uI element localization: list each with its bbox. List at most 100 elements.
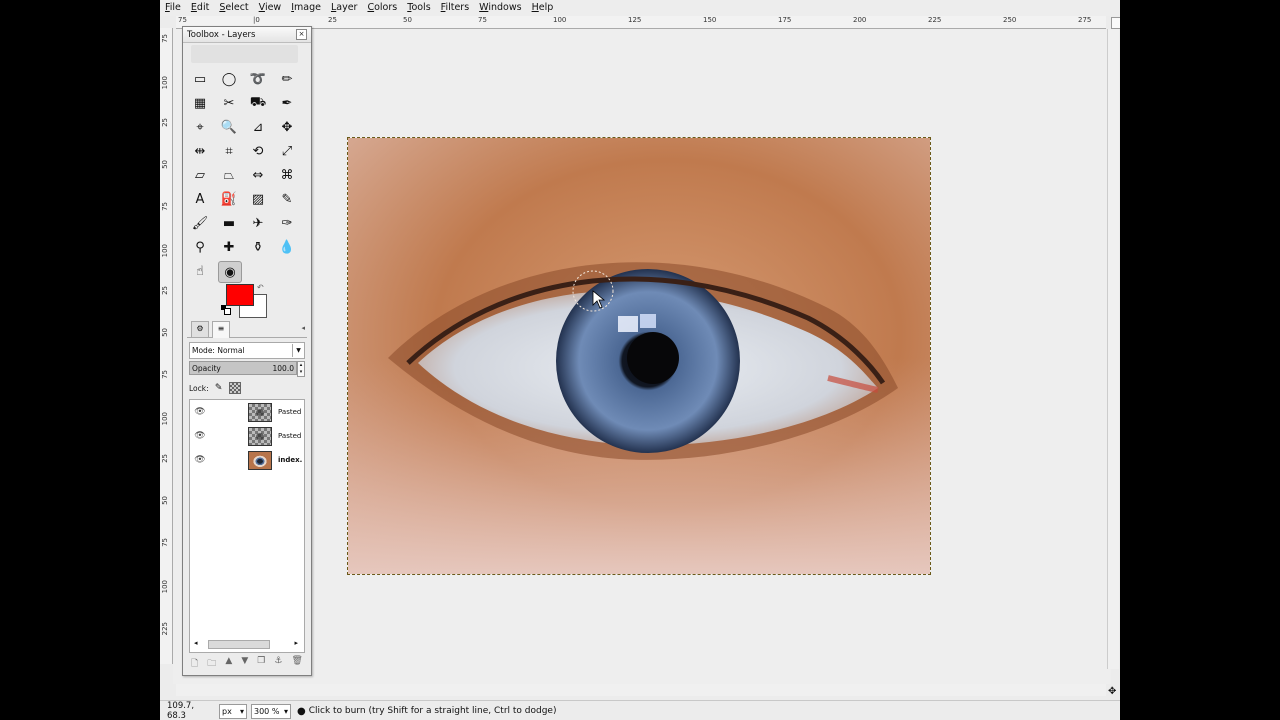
ruler-tick-label: 75 [161,34,169,43]
lock-pixels-icon[interactable]: ✎ [214,383,224,393]
layers-hscrollbar[interactable]: ◂ ▸ [194,639,298,649]
blur-sharpen-icon[interactable]: 💧 [276,237,298,257]
opacity-slider[interactable]: Opacity 100.0 [189,361,297,375]
layer-row[interactable]: 👁 Pasted [190,401,304,423]
crop-icon[interactable]: ⌗ [218,141,240,161]
menu-layer[interactable]: Layer [326,0,363,16]
color-picker-icon[interactable]: ⌖ [189,117,211,137]
lower-layer-icon[interactable]: ▼ [241,656,248,668]
ink-icon[interactable]: ✑ [276,213,298,233]
text-icon[interactable]: A [189,189,211,209]
measure-icon[interactable]: ⊿ [247,117,269,137]
scroll-thumb[interactable] [208,640,270,649]
menu-edit[interactable]: Edit [186,0,214,16]
layer-name[interactable]: Pasted [278,432,301,440]
visibility-eye-icon[interactable]: 👁 [190,431,210,441]
tab-menu-icon[interactable]: ◂ [301,324,305,332]
layer-name[interactable]: Pasted [278,408,301,416]
close-icon[interactable]: × [296,29,307,40]
select-by-color-icon[interactable]: ▦ [189,93,211,113]
dock-tabs: ⚙ ≡ ◂ [187,321,307,338]
rect-select-icon[interactable]: ▭ [189,69,211,89]
lock-alpha-icon[interactable] [228,382,241,394]
eye-photo[interactable] [347,137,931,575]
menu-tools[interactable]: Tools [402,0,435,16]
airbrush-icon[interactable]: ✈ [247,213,269,233]
tab-layers[interactable]: ≡ [212,321,230,338]
horizontal-scrollbar[interactable] [176,684,1106,696]
vertical-scrollbar[interactable] [1107,29,1119,669]
perspective-clone-icon[interactable]: ⚱ [247,237,269,257]
ruler-tick-label: 100 [161,412,169,426]
perspective-icon[interactable]: ⏢ [218,165,240,185]
ellipse-select-icon[interactable]: ◯ [218,69,240,89]
anchor-layer-icon[interactable]: ⚓ [274,656,282,668]
paths-icon[interactable]: ✒ [276,93,298,113]
free-select-icon[interactable]: ➰ [247,69,269,89]
layer-row[interactable]: 👁 index. [190,449,304,471]
visibility-eye-icon[interactable]: 👁 [190,455,210,465]
delete-layer-icon[interactable]: 🗑 [292,656,303,668]
visibility-eye-icon[interactable]: 👁 [190,407,210,417]
toolbox-titlebar[interactable]: Toolbox - Layers × [183,27,311,43]
layer-row[interactable]: 👁 Pasted [190,425,304,447]
bucket-fill-icon[interactable]: ⛽ [218,189,240,209]
duplicate-layer-icon[interactable]: ❐ [257,656,265,668]
quick-mask-corner-icon[interactable] [1111,17,1120,29]
zoom-icon[interactable]: 🔍 [218,117,240,137]
layer-thumbnail[interactable] [248,426,272,446]
tab-tool-options[interactable]: ⚙ [191,321,209,337]
dodge-burn-icon[interactable]: ◉ [218,261,242,283]
blend-icon[interactable]: ▨ [247,189,269,209]
paintbrush-icon[interactable]: 🖌 [189,213,211,233]
layer-thumbnail[interactable] [248,402,272,422]
scissors-icon[interactable]: ✂ [218,93,240,113]
align-icon[interactable]: ⇹ [189,141,211,161]
pencil-icon[interactable]: ✎ [276,189,298,209]
scroll-right-icon[interactable]: ▸ [294,639,298,647]
scale-icon[interactable]: ⤢ [276,141,298,161]
menu-colors[interactable]: Colors [362,0,402,16]
toolbox-drop-area[interactable] [191,45,298,63]
raise-layer-icon[interactable]: ▲ [225,656,232,668]
menu-windows[interactable]: Windows [474,0,526,16]
opacity-label: Opacity [192,363,221,373]
smudge-icon[interactable]: ☝ [189,261,211,281]
opacity-spinner[interactable]: ▴ ▾ [297,361,305,377]
menu-select[interactable]: Select [214,0,253,16]
clone-icon[interactable]: ⚲ [189,237,211,257]
heal-icon[interactable]: ✚ [218,237,240,257]
rotate-icon[interactable]: ⟲ [247,141,269,161]
new-group-icon[interactable]: 🗀 [207,656,216,669]
flip-icon[interactable]: ⇔ [247,165,269,185]
menu-file[interactable]: File [160,0,186,16]
vertical-ruler[interactable]: 75 100 25 50 75 100 25 50 75 100 25 50 75 100 225 [160,28,173,664]
reset-colors-icon[interactable] [221,305,231,315]
layer-thumbnail[interactable] [248,450,272,470]
shear-icon[interactable]: ▱ [189,165,211,185]
swap-colors-icon[interactable]: ↶ [257,283,264,292]
lock-label: Lock: [189,383,209,393]
unit-select[interactable]: px ▾ [219,703,247,719]
fuzzy-select-icon[interactable]: ✏ [276,69,298,89]
chevron-down-icon[interactable]: ▼ [292,344,304,357]
move-icon[interactable]: ✥ [276,117,298,137]
menu-filters[interactable]: Filters [436,0,475,16]
mode-select[interactable]: Mode: Normal ▼ [189,342,305,359]
ruler-tick-label: 200 [853,16,867,24]
navigate-icon[interactable]: ✥ [1108,686,1118,697]
horizontal-ruler[interactable]: 75 |0 25 50 75 100 125 150 175 200 225 250 275 [176,16,1106,29]
foreground-select-icon[interactable]: ⛟ [247,93,269,113]
menu-view[interactable]: View [254,0,287,16]
cage-icon[interactable]: ⌘ [276,165,298,185]
image-canvas[interactable] [173,29,1111,684]
tool-options-icon: ⚙ [196,324,204,333]
scroll-left-icon[interactable]: ◂ [194,639,198,647]
zoom-select[interactable]: 300 % ▾ [251,703,291,719]
menu-help[interactable]: Help [527,0,559,16]
new-layer-icon[interactable]: 🗋 [191,656,198,669]
layer-name[interactable]: index. [278,456,302,464]
eraser-icon[interactable]: ▬ [218,213,240,233]
foreground-color-swatch[interactable] [226,284,254,306]
menu-image[interactable]: Image [286,0,326,16]
